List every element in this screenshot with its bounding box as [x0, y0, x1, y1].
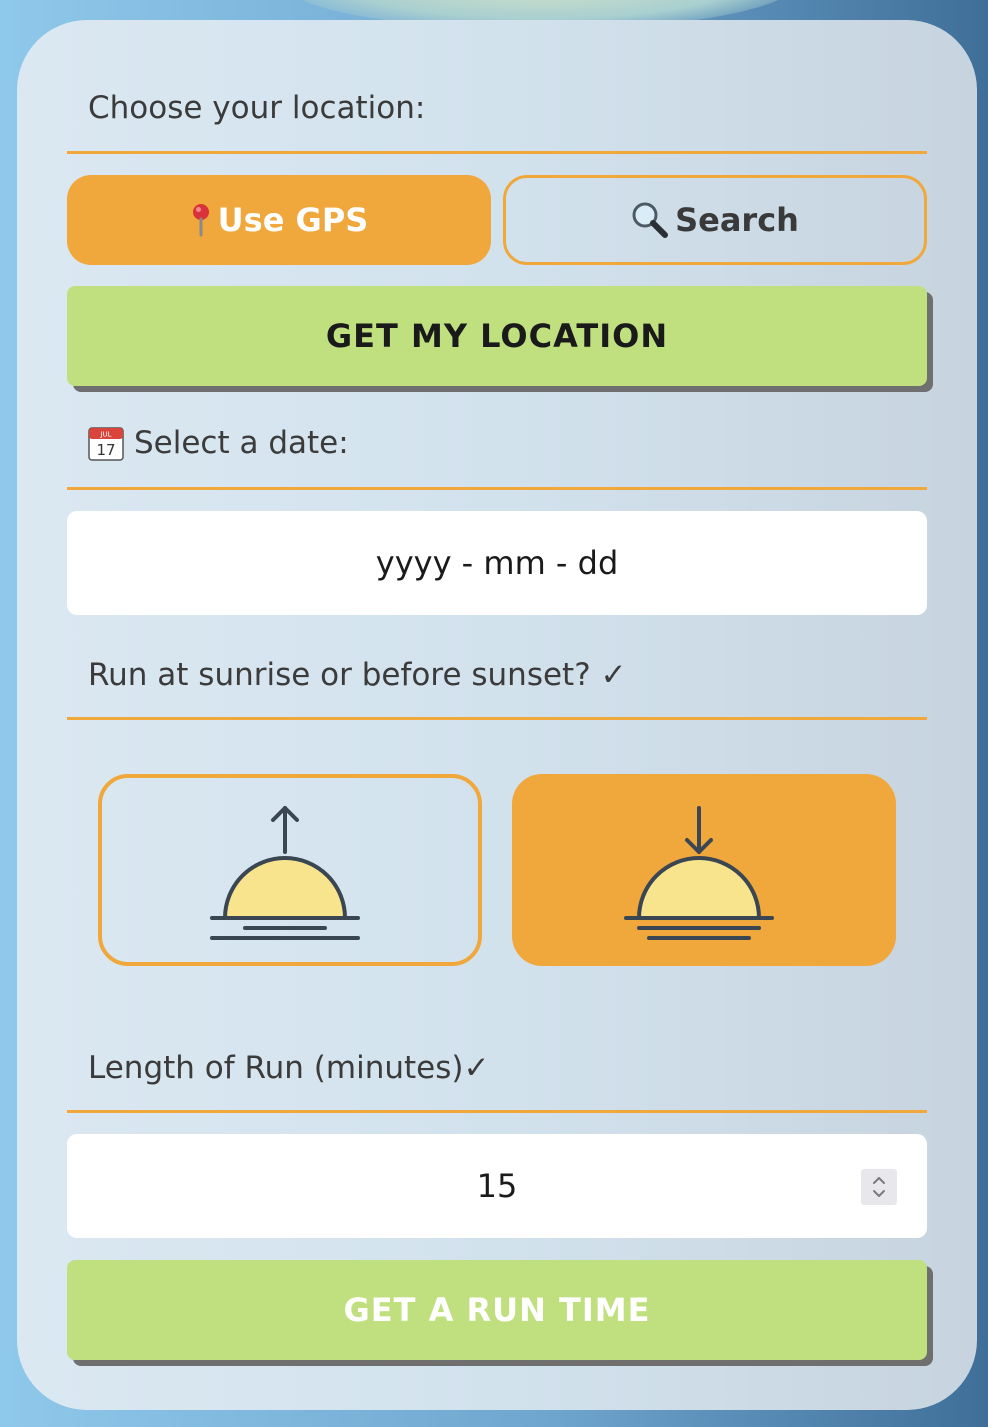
- search-button[interactable]: Search: [503, 175, 927, 265]
- stepper-arrows-icon: [873, 1177, 885, 1197]
- date-input[interactable]: yyyy - mm - dd: [67, 511, 927, 615]
- location-label: Choose your location:: [88, 90, 426, 126]
- length-input[interactable]: 15: [67, 1134, 927, 1238]
- sunrise-option-button[interactable]: [98, 774, 482, 966]
- pin-icon: [190, 203, 212, 237]
- date-divider: [67, 487, 927, 490]
- run-planner-card: Choose your location: Use GPS Search GET…: [17, 20, 977, 1410]
- length-label: Length of Run (minutes)✓: [88, 1050, 490, 1086]
- get-run-time-button[interactable]: GET A RUN TIME: [67, 1260, 927, 1360]
- number-stepper[interactable]: [861, 1169, 897, 1205]
- length-divider: [67, 1110, 927, 1113]
- sunset-option-button[interactable]: [512, 774, 896, 966]
- get-my-location-button[interactable]: GET MY LOCATION: [67, 286, 927, 386]
- use-gps-button[interactable]: Use GPS: [67, 175, 491, 265]
- calendar-icon-day: 17: [96, 441, 115, 459]
- location-divider: [67, 151, 927, 154]
- sunset-icon: [624, 806, 774, 940]
- sunrise-icon: [210, 806, 360, 940]
- calendar-icon-month: JUL: [99, 431, 111, 439]
- calendar-icon: JUL 17: [88, 425, 124, 461]
- magnifier-icon: [631, 201, 669, 239]
- time-of-day-divider: [67, 717, 927, 720]
- time-of-day-label: Run at sunrise or before sunset? ✓: [88, 657, 627, 693]
- date-label: JUL 17 Select a date:: [88, 425, 349, 461]
